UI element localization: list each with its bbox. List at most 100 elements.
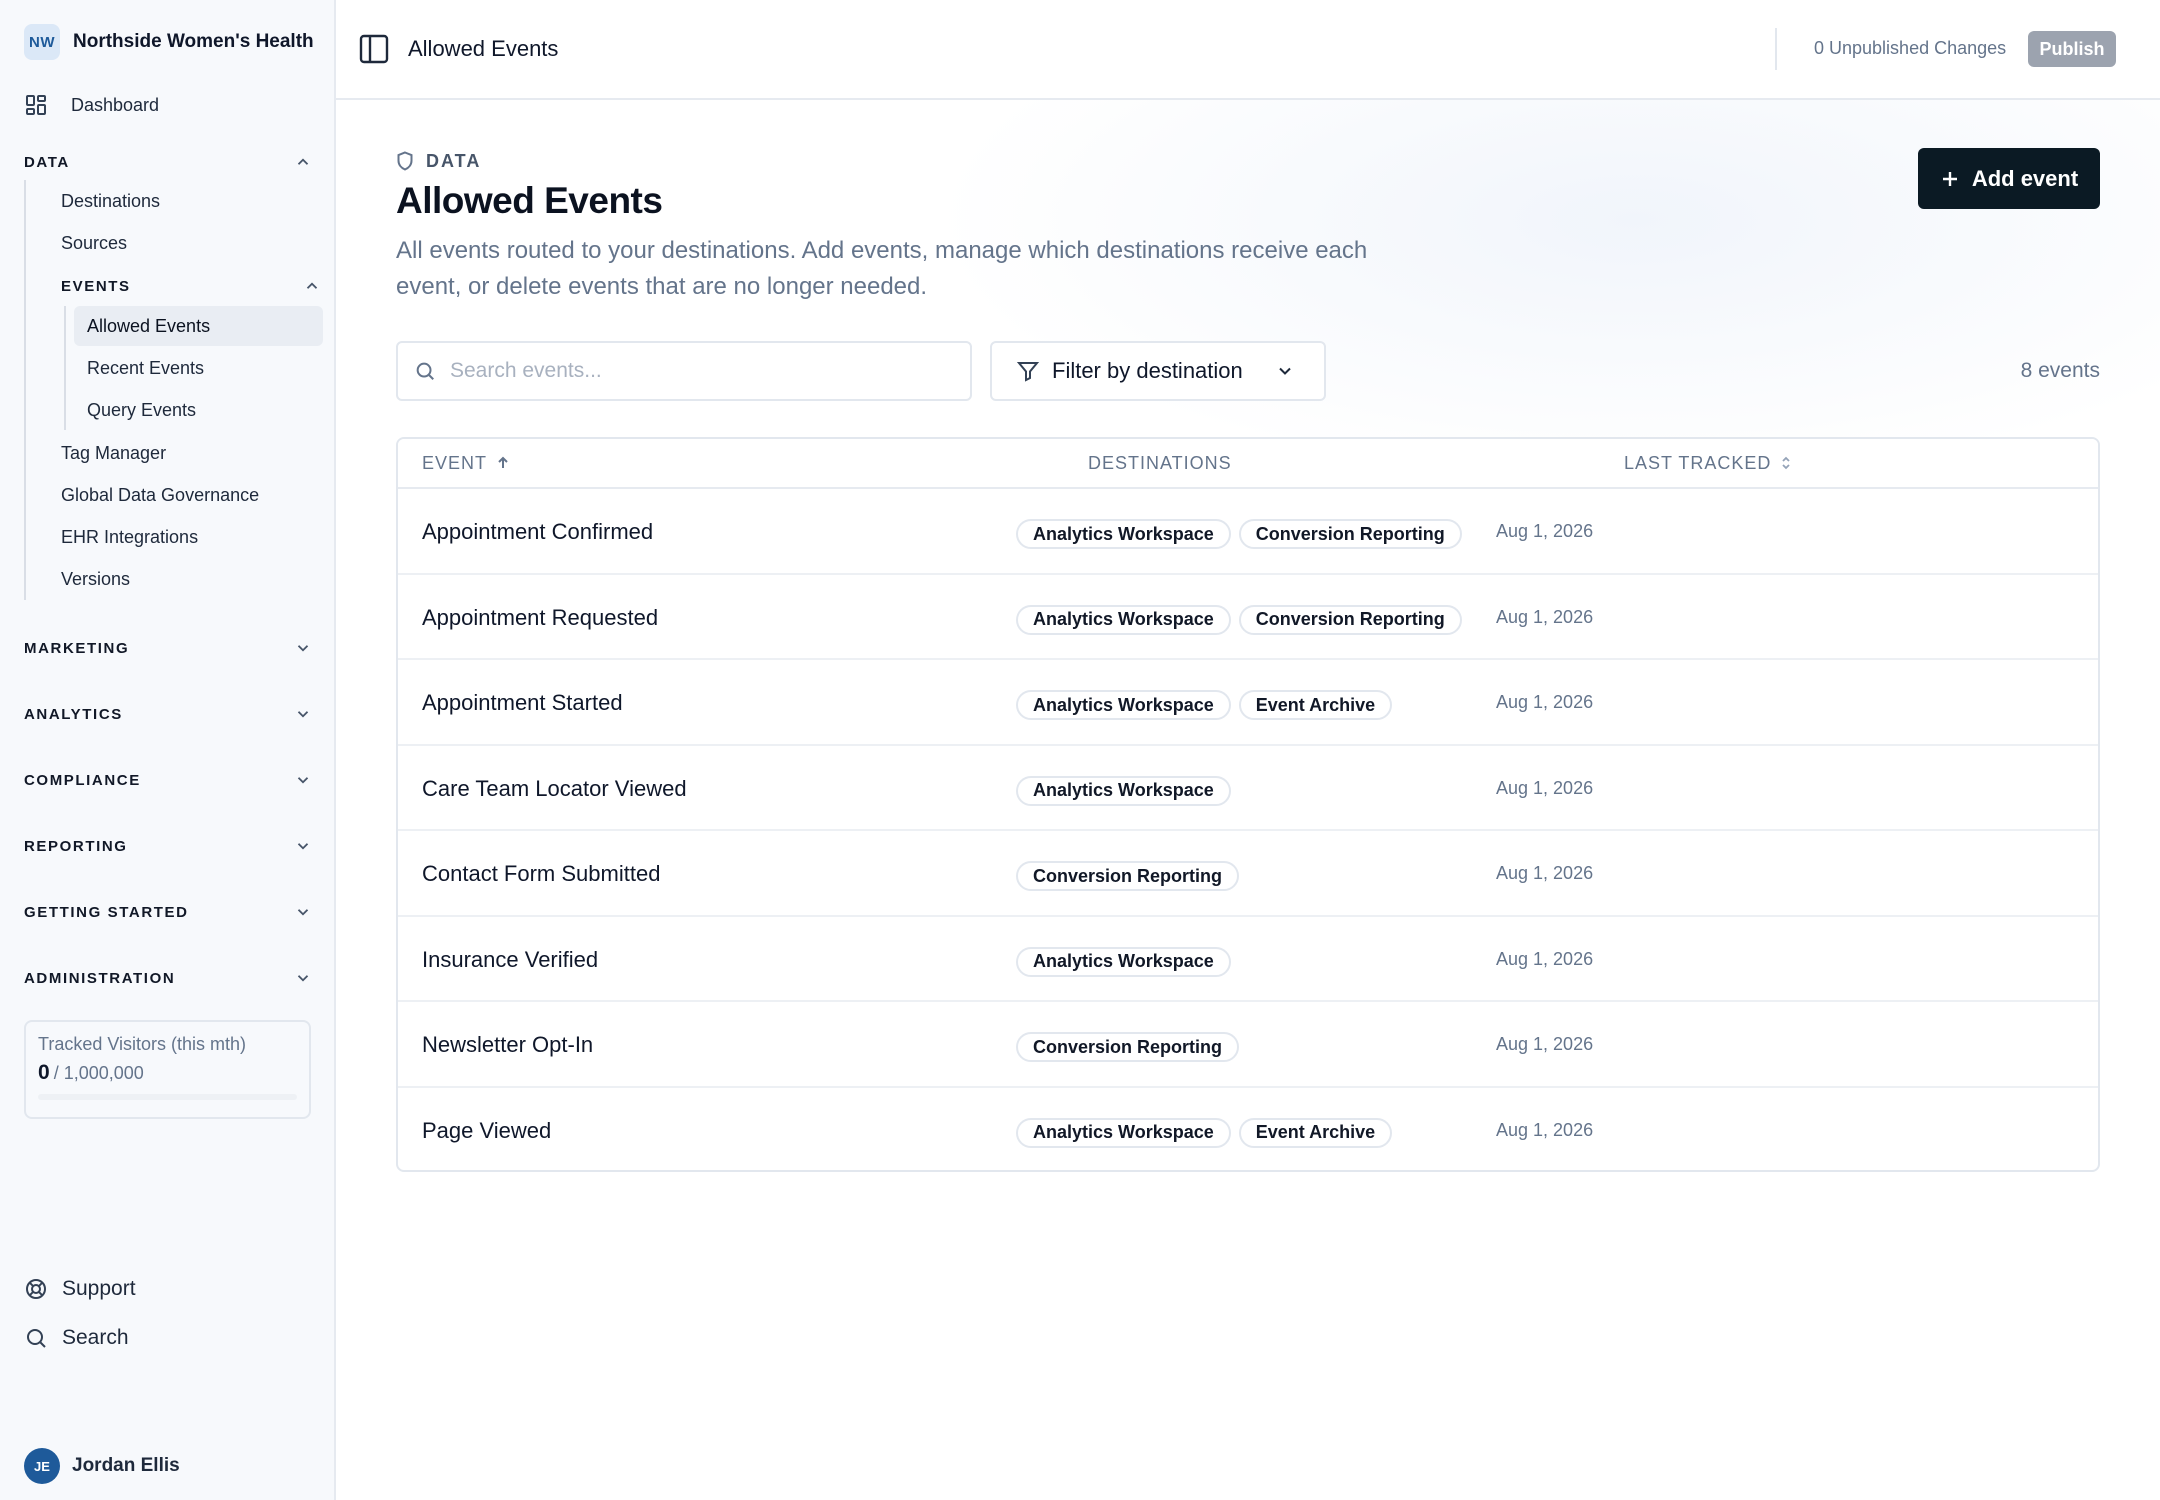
destination-tags: Conversion Reporting [1016, 1032, 1240, 1062]
destination-tags: Conversion Reporting [1016, 861, 1240, 891]
plus-icon [1942, 171, 1957, 186]
support-link[interactable]: Support [24, 1272, 136, 1306]
sidebar-item-sources[interactable]: Sources [61, 228, 127, 258]
add-event-button[interactable]: Add event [1918, 148, 2100, 209]
chevron-down-icon [292, 835, 314, 857]
last-tracked-date: Aug 1, 2026 [1496, 606, 1594, 627]
arrow-up-icon [498, 456, 508, 468]
section-label: REPORTING [24, 837, 128, 855]
table-row[interactable]: Page Viewed Analytics Workspace Event Arch… [398, 1088, 2098, 1171]
destination-tags: Analytics Workspace Conversion Reporting [1016, 604, 1462, 635]
column-header-destinations: DESTINATIONS [1088, 439, 1232, 487]
sidebar-item-destinations[interactable]: Destinations [61, 186, 160, 216]
table-row[interactable]: Appointment Started Analytics Workspace Ev… [398, 660, 2098, 746]
section-label: EVENTS [61, 277, 131, 295]
search-label: Search [62, 1326, 129, 1349]
table-row[interactable]: Newsletter Opt-In Conversion Reporting Aug… [398, 1002, 2098, 1088]
sidebar-item-versions[interactable]: Versions [61, 564, 130, 594]
sidebar-item-ehr-integrations[interactable]: EHR Integrations [61, 522, 198, 552]
top-title: Allowed Events [408, 36, 559, 61]
top-bar: Allowed Events 0 Unpublished Changes Pub… [336, 0, 2160, 100]
last-tracked-date: Aug 1, 2026 [1496, 863, 1594, 883]
user-menu[interactable]: JE Jordan Ellis [24, 1448, 180, 1484]
event-count: 8 events [2020, 359, 2100, 382]
chevron-down-icon [292, 637, 314, 659]
sidebar-item-tag-manager[interactable]: Tag Manager [61, 438, 166, 468]
shield-icon [397, 151, 413, 171]
table-row[interactable]: Insurance Verified Analytics Workspace Aug… [398, 917, 2098, 1002]
sidebar-item-label: Dashboard [71, 94, 160, 115]
publish-button[interactable]: Publish [2028, 31, 2116, 67]
destination-tags: Analytics Workspace Event Archive [1016, 690, 1393, 720]
table-row[interactable]: Appointment Confirmed Analytics Workspace… [398, 489, 2098, 575]
tracked-visitors-card: Tracked Visitors (this mth) 0/ 1,000,000 [24, 1020, 311, 1119]
destination-tag: Conversion Reporting [1016, 1032, 1240, 1062]
section-analytics[interactable]: ANALYTICS [24, 700, 314, 728]
sidebar-toggle-icon[interactable] [358, 33, 390, 65]
section-label: COMPLIANCE [24, 771, 141, 789]
destination-tags: Analytics Workspace Conversion Reporting [1016, 519, 1462, 549]
visitors-count: 0 [38, 1061, 50, 1084]
add-event-label: Add event [1971, 165, 2079, 191]
section-label: ANALYTICS [24, 705, 123, 723]
sidebar-item-global-data-governance[interactable]: Global Data Governance [61, 480, 259, 510]
sidebar-item-dashboard[interactable]: Dashboard [24, 90, 159, 120]
column-header-last-tracked[interactable]: LAST TRACKED [1624, 439, 1793, 487]
section-getting-started[interactable]: GETTING STARTED [24, 898, 314, 926]
org-badge: NW [24, 24, 60, 60]
section-label: DATA [24, 153, 70, 171]
chevron-down-icon [292, 967, 314, 989]
event-name: Insurance Verified [422, 946, 599, 972]
filter-by-destination-dropdown[interactable]: Filter by destination [990, 341, 1326, 401]
org-switcher[interactable]: NW Northside Women's Health [24, 22, 314, 62]
event-name: Appointment Started [422, 690, 623, 715]
last-tracked-date: Aug 1, 2026 [1496, 1034, 1594, 1054]
event-name: Appointment Confirmed [422, 519, 654, 544]
visitors-label: Tracked Visitors (this mth) [38, 1034, 247, 1054]
search-input[interactable] [450, 359, 950, 383]
section-label: GETTING STARTED [24, 903, 189, 921]
lifebuoy-icon [26, 1279, 46, 1299]
event-name: Contact Form Submitted [422, 861, 661, 886]
table-row[interactable]: Appointment Requested Analytics Workspace… [398, 575, 2098, 660]
chevron-up-icon [292, 151, 314, 173]
column-header-event[interactable]: EVENT [422, 439, 511, 487]
destination-tag: Analytics Workspace [1016, 604, 1231, 635]
destination-tag: Analytics Workspace [1016, 946, 1231, 977]
destination-tag: Conversion Reporting [1016, 861, 1240, 891]
org-name: Northside Women's Health [73, 31, 314, 52]
sidebar-item-allowed-events[interactable]: Allowed Events [74, 306, 323, 346]
filter-icon [1016, 362, 1040, 382]
chevron-down-icon [292, 901, 314, 923]
breadcrumb-label: DATA [426, 150, 482, 171]
sidebar-item-query-events[interactable]: Query Events [74, 390, 323, 430]
visitors-count-line: 0/ 1,000,000 [38, 1061, 297, 1085]
last-tracked-date: Aug 1, 2026 [1496, 692, 1594, 712]
sidebar: NW Northside Women's Health Dashboard DA… [0, 0, 336, 1500]
section-marketing[interactable]: MARKETING [24, 634, 314, 662]
section-reporting[interactable]: REPORTING [24, 832, 314, 860]
destination-tags: Analytics Workspace [1016, 946, 1231, 977]
section-compliance[interactable]: COMPLIANCE [24, 766, 314, 794]
breadcrumb: DATA [396, 150, 481, 172]
section-administration[interactable]: ADMINISTRATION [24, 964, 314, 992]
section-events[interactable]: EVENTS [61, 272, 323, 300]
search-icon [27, 1329, 46, 1348]
table-body: Appointment Confirmed Analytics Workspace… [398, 489, 2098, 1171]
table-row[interactable]: Contact Form Submitted Conversion Reporti… [398, 831, 2098, 917]
unpublished-changes: 0 Unpublished Changes [1814, 38, 2007, 58]
chevron-up-icon [301, 275, 323, 297]
page-title: Allowed Events [396, 180, 663, 221]
visitors-limit: / 1,000,000 [53, 1063, 144, 1083]
support-label: Support [62, 1277, 136, 1300]
section-data[interactable]: DATA [24, 148, 314, 176]
column-label: DESTINATIONS [1088, 452, 1232, 473]
search-field[interactable] [396, 341, 972, 401]
sidebar-item-recent-events[interactable]: Recent Events [74, 348, 323, 388]
search-link[interactable]: Search [24, 1321, 129, 1355]
visitors-progress-bar [38, 1094, 297, 1100]
destination-tags: Analytics Workspace Event Archive [1016, 1117, 1393, 1148]
table-row[interactable]: Care Team Locator Viewed Analytics Worksp… [398, 746, 2098, 831]
sort-icon [1782, 456, 1791, 470]
destination-tag: Analytics Workspace [1016, 775, 1231, 806]
